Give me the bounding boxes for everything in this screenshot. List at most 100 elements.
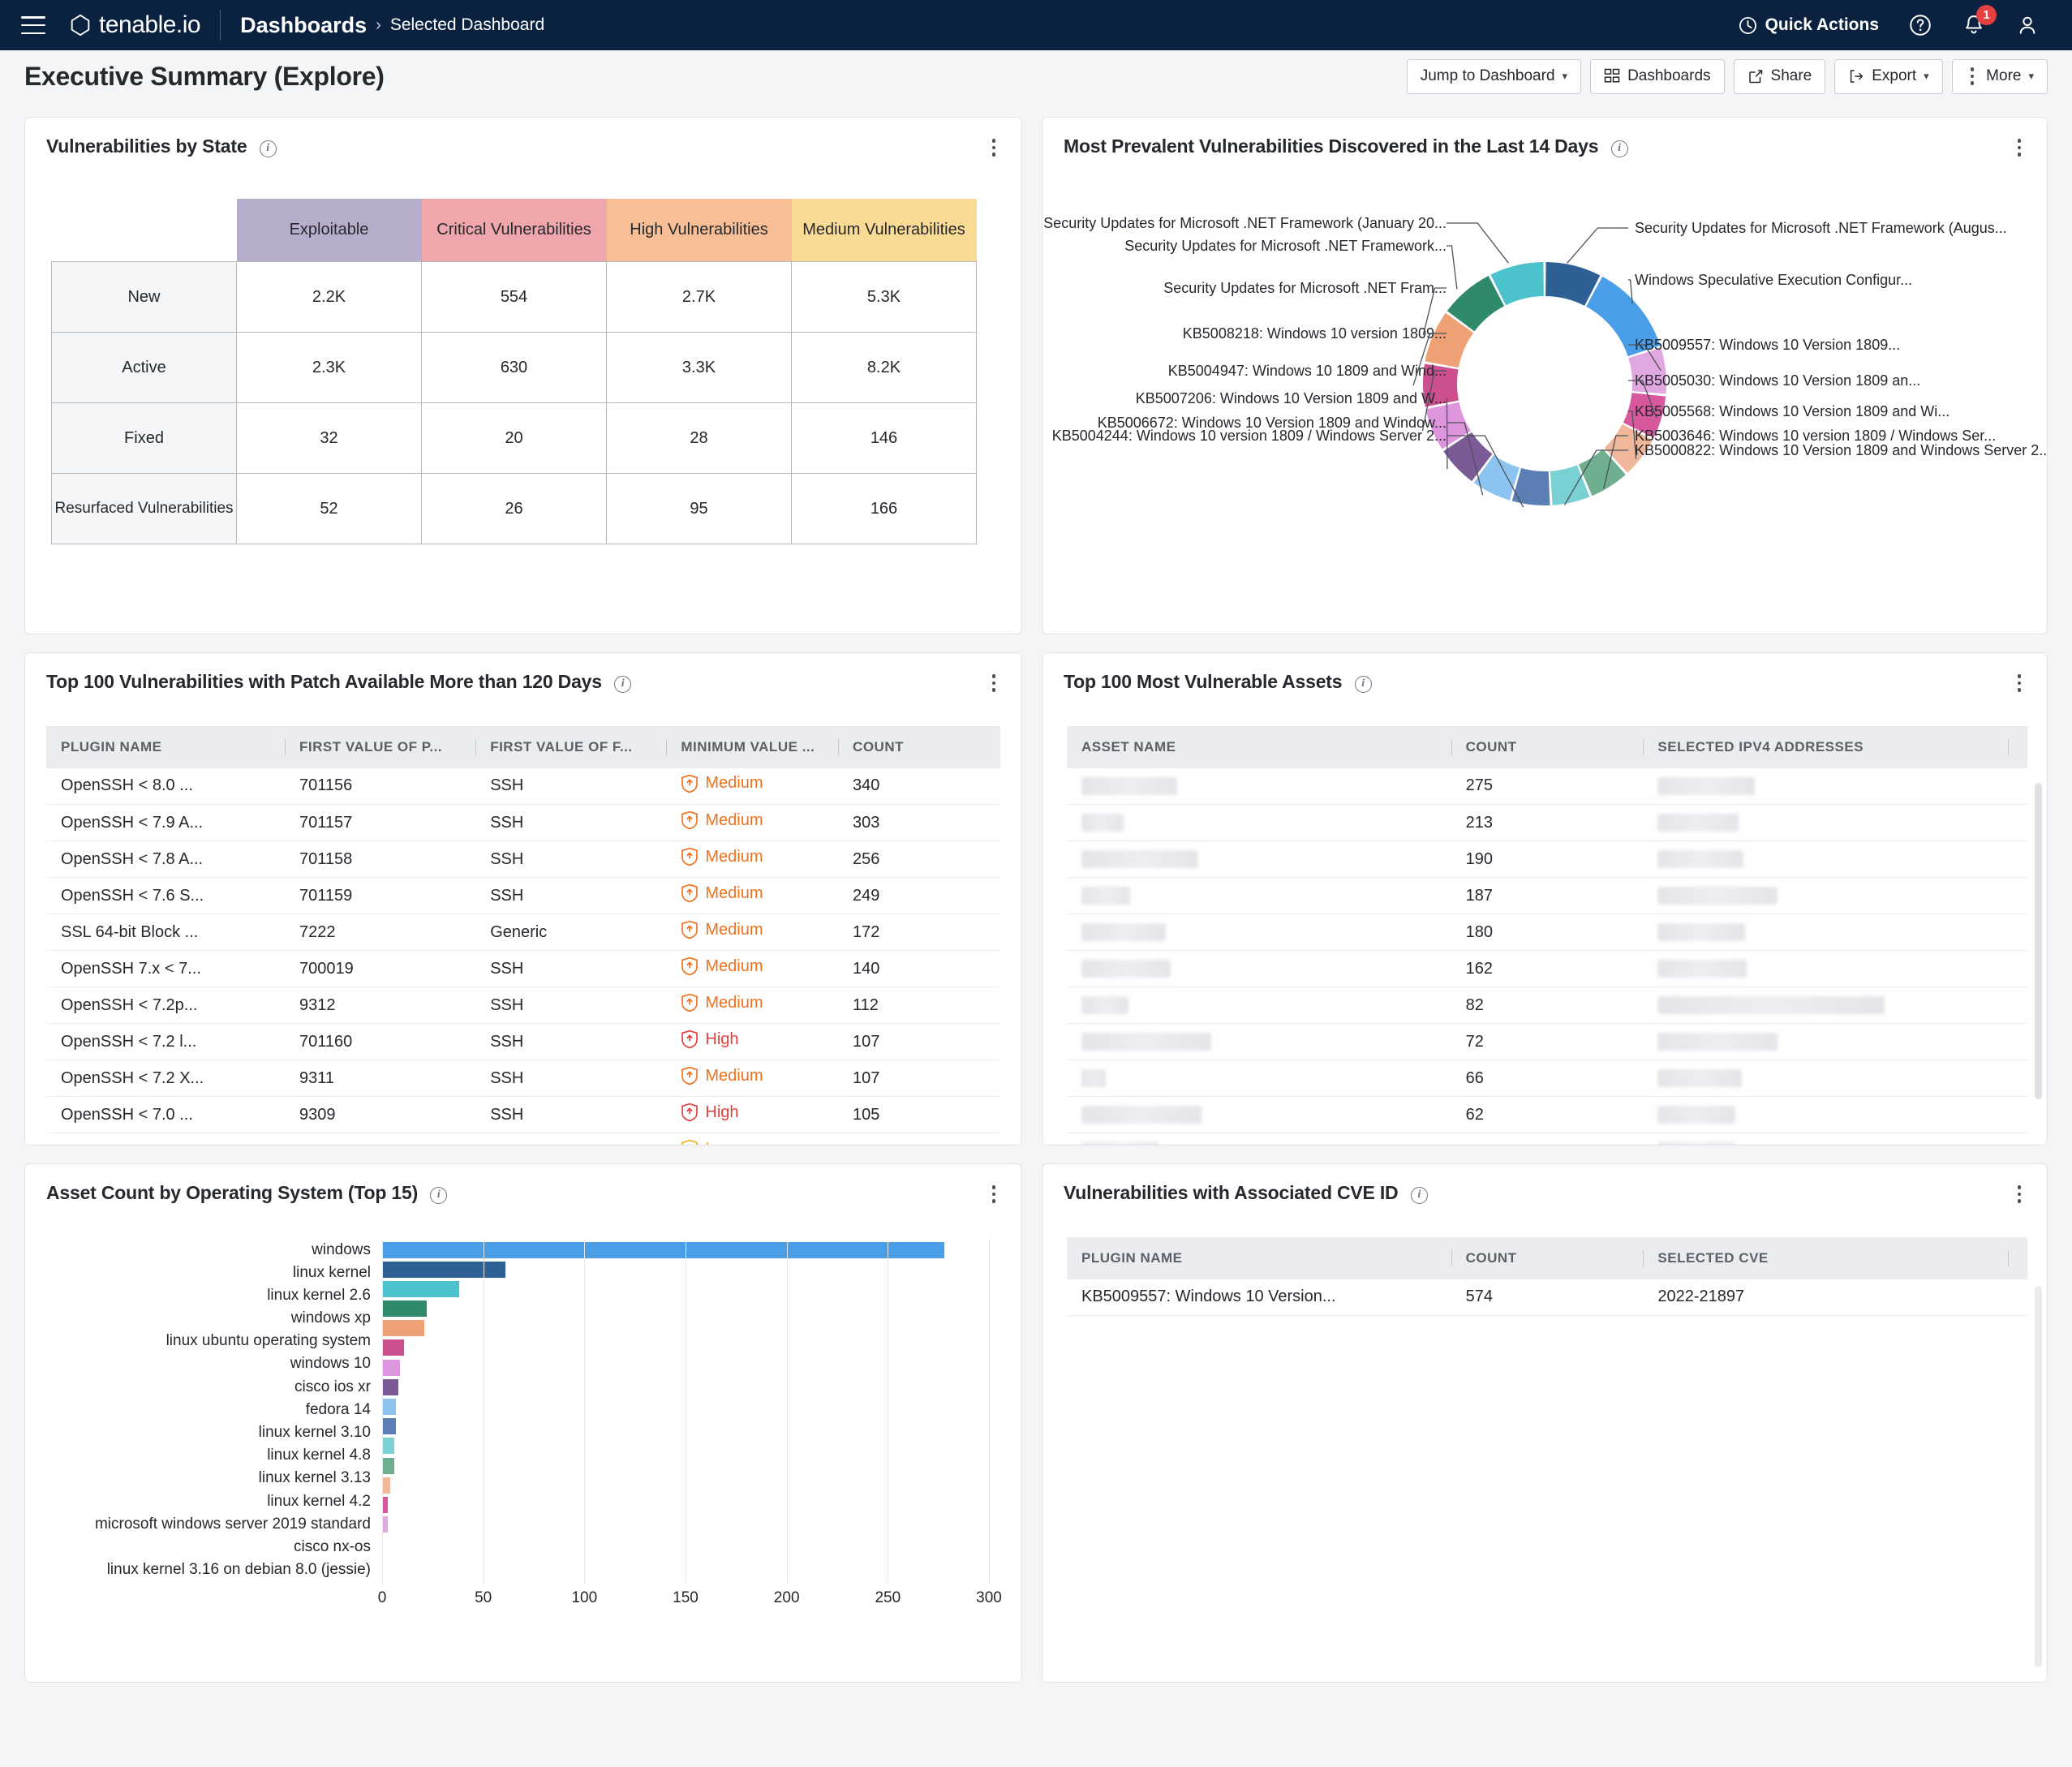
cell-ipv4	[1643, 877, 2009, 914]
pivot-cell: 32	[236, 402, 422, 474]
table-row[interactable]: OpenSSH < 7.9 A... 701157 SSH Medium 303	[46, 804, 1000, 841]
bar-category-labels: windows linux kernel linux kernel 2.6 windo…	[25, 1239, 382, 1582]
table-row[interactable]: OpenSSH < 7.1 P...9310SSH Low 105	[46, 1133, 1000, 1145]
col-selected-ipv4[interactable]: SELECTED IPV4 ADDRESSES	[1643, 725, 2009, 768]
table-row[interactable]: 82	[1067, 987, 2027, 1024]
bar[interactable]	[382, 1418, 397, 1435]
table-row[interactable]: 190	[1067, 841, 2027, 878]
bar[interactable]	[382, 1339, 405, 1356]
redacted-value	[1657, 996, 1885, 1015]
widget-menu-button[interactable]	[2013, 135, 2027, 160]
table-row[interactable]: 162	[1067, 950, 2027, 987]
table-row[interactable]: OpenSSH < 8.0 ... 701156 SSH Medium 340	[46, 767, 1000, 805]
donut-slice-label: Security Updates for Microsoft .NET Fram…	[1043, 214, 1447, 231]
bar[interactable]	[382, 1261, 506, 1278]
dashboard-row-3: Asset Count by Operating System (Top 15)…	[24, 1163, 2048, 1683]
table-row[interactable]: OpenSSH < 7.6 S... 701159 SSH Medium 249	[46, 877, 1000, 914]
donut-slice-label: KB5009557: Windows 10 Version 1809...	[1635, 336, 1901, 353]
table-row[interactable]: OpenSSH < 7.8 A... 701158 SSH Medium 256	[46, 841, 1000, 878]
vertical-scrollbar[interactable]	[2035, 783, 2042, 1099]
help-button[interactable]	[1908, 13, 1932, 37]
table-row[interactable]: KB5009557: Windows 10 Version... 574 202…	[1067, 1279, 2027, 1316]
bar[interactable]	[382, 1438, 394, 1455]
col-count[interactable]: COUNT	[1451, 1236, 1644, 1279]
bar[interactable]	[382, 1241, 945, 1258]
vertical-scrollbar[interactable]	[2035, 1286, 2042, 1667]
bar[interactable]	[382, 1301, 427, 1318]
dashboards-button[interactable]: Dashboards	[1590, 58, 1725, 94]
bar[interactable]	[382, 1280, 459, 1297]
widget-header: Vulnerabilities by State i	[25, 118, 1021, 160]
col-plugin-name[interactable]: PLUGIN NAME	[46, 725, 285, 768]
cell-ipv4	[1643, 1133, 2009, 1145]
quick-actions-button[interactable]: Quick Actions	[1738, 15, 1879, 36]
table-row[interactable]: 72	[1067, 1023, 2027, 1060]
severity-badge: Medium	[681, 810, 763, 830]
bar[interactable]	[382, 1359, 401, 1376]
jump-to-dashboard-button[interactable]: Jump to Dashboard ▾	[1406, 58, 1582, 94]
table-row[interactable]: OpenSSH 7.x < 7... 700019 SSH Medium 140	[46, 950, 1000, 987]
table-row[interactable]: OpenSSH < 7.2 X... 9311 SSH Medium 107	[46, 1060, 1000, 1097]
col-plugin-name[interactable]: PLUGIN NAME	[1067, 1236, 1451, 1279]
table-row[interactable]: 213	[1067, 804, 2027, 841]
info-icon[interactable]: i	[430, 1186, 448, 1204]
cell-ipv4	[1643, 950, 2009, 987]
col-minimum-value[interactable]: MINIMUM VALUE ...	[666, 725, 839, 768]
user-profile-button[interactable]	[2015, 13, 2040, 37]
col-first-value-p[interactable]: FIRST VALUE OF P...	[285, 725, 476, 768]
col-selected-cve[interactable]: SELECTED CVE	[1643, 1236, 2009, 1279]
col-first-value-f[interactable]: FIRST VALUE OF F...	[475, 725, 667, 768]
table-row[interactable]: 66	[1067, 1060, 2027, 1097]
share-button[interactable]: Share	[1733, 58, 1826, 94]
table-row[interactable]: SSL 64-bit Block ... 7222 Generic Medium 172	[46, 914, 1000, 951]
widget-menu-button[interactable]	[2013, 1182, 2027, 1206]
cell-ipv4	[1643, 841, 2009, 878]
table-row[interactable]: 62	[1067, 1096, 2027, 1133]
table-row[interactable]: OpenSSH < 7.2p... 9312 SSH Medium 112	[46, 987, 1000, 1024]
widget-menu-button[interactable]	[987, 1182, 1001, 1206]
col-count[interactable]: COUNT	[1451, 725, 1644, 768]
widget-top100-most-vulnerable-assets: Top 100 Most Vulnerable Assets i ASSET N…	[1042, 652, 2048, 1146]
redacted-value	[1657, 850, 1744, 869]
table-row[interactable]: 54	[1067, 1133, 2027, 1145]
menu-icon[interactable]	[21, 16, 45, 34]
donut-slice[interactable]	[1511, 467, 1550, 505]
bar[interactable]	[382, 1457, 394, 1474]
info-icon[interactable]: i	[1354, 675, 1372, 693]
donut-slice-label: KB5004244: Windows 10 version 1809 / Win…	[1051, 427, 1447, 444]
table-row[interactable]: 187	[1067, 877, 2027, 914]
table-row[interactable]: 275	[1067, 767, 2027, 805]
export-button[interactable]: Export ▾	[1834, 58, 1943, 94]
bar[interactable]	[382, 1496, 389, 1513]
breadcrumb-selected-dashboard[interactable]: Selected Dashboard	[390, 15, 544, 35]
col-asset-name[interactable]: ASSET NAME	[1067, 725, 1451, 768]
info-icon[interactable]: i	[614, 675, 632, 693]
table-row[interactable]: 180	[1067, 914, 2027, 951]
tenable-logo[interactable]: tenable.io	[68, 11, 201, 39]
widget-menu-button[interactable]	[2013, 671, 2027, 695]
info-icon[interactable]: i	[259, 140, 277, 157]
pivot-cell: 26	[421, 473, 607, 544]
cell-plugin-name: OpenSSH 7.x < 7...	[46, 950, 285, 987]
bar[interactable]	[382, 1399, 397, 1415]
col-count[interactable]: COUNT	[838, 725, 1000, 768]
table-row[interactable]: OpenSSH < 7.2 l... 701160 SSH High 107	[46, 1023, 1000, 1060]
info-icon[interactable]: i	[1410, 1186, 1428, 1204]
notifications-button[interactable]: 1	[1962, 5, 1997, 37]
bar[interactable]	[382, 1320, 425, 1337]
widget-menu-button[interactable]	[987, 671, 1001, 695]
redacted-value	[1657, 887, 1778, 905]
bar[interactable]	[382, 1378, 398, 1395]
table-row[interactable]: OpenSSH < 7.0 ... 9309 SSH High 105	[46, 1096, 1000, 1133]
donut-slice-label: KB5007206: Windows 10 Version 1809 and W…	[1135, 389, 1447, 406]
severity-badge: Medium	[681, 920, 763, 939]
cell-first-value-p: 9312	[285, 987, 476, 1024]
bar[interactable]	[382, 1516, 389, 1533]
breadcrumb-dashboards[interactable]: Dashboards	[240, 13, 367, 38]
bar[interactable]	[382, 1477, 390, 1494]
cell-plugin-name: OpenSSH < 7.2 X...	[46, 1060, 285, 1097]
cell-severity: Medium	[666, 950, 839, 987]
more-button[interactable]: More ▾	[1951, 58, 2048, 94]
widget-menu-button[interactable]	[987, 135, 1001, 160]
info-icon[interactable]: i	[1610, 140, 1628, 157]
